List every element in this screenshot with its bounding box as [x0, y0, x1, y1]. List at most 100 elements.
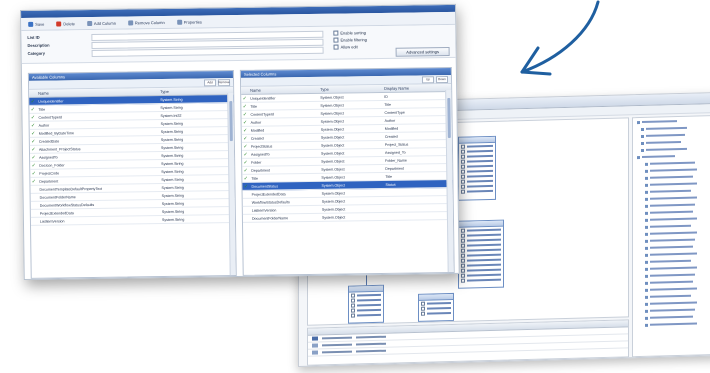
allow-edit-checkbox[interactable]: Allow edit [333, 44, 358, 50]
column-name: Modified_ByDateTime [38, 130, 74, 136]
column-name: AssignedTo [251, 152, 270, 157]
column-type: System.String [161, 153, 184, 158]
table-row[interactable]: ListItemVersion System.String [30, 215, 235, 226]
column-name: WorkflowStatusDefaults [251, 199, 290, 205]
checkmark-icon[interactable]: ✓ [242, 135, 249, 141]
column-type: System.Object [321, 166, 345, 172]
column-type: System.Object [321, 150, 345, 156]
move-up-button[interactable]: Up [421, 75, 435, 83]
checkmark-icon[interactable]: ✓ [30, 178, 37, 184]
scrollbar[interactable] [227, 93, 236, 276]
column-type: System.Object [321, 206, 346, 212]
column-name: ContentTypeId [38, 114, 62, 120]
column-header[interactable]: Display Name [382, 85, 448, 91]
category-label: Category [27, 50, 45, 56]
description-label: Description [27, 42, 50, 48]
column-name: Title [250, 104, 258, 109]
enable-sorting-checkbox[interactable]: Enable sorting [333, 30, 366, 36]
entity-table[interactable] [458, 135, 496, 201]
add-column-button[interactable]: Add Column [84, 19, 119, 27]
column-header[interactable]: Type [318, 86, 382, 92]
available-columns-pane: Available Columns Add Remove Name Type ✓… [27, 70, 237, 279]
selected-columns-list: ✓ UniqueIdentifier System.Object ID ✓ Title Sy… [241, 91, 453, 223]
add-icon [86, 20, 92, 26]
move-down-button[interactable]: Down [435, 75, 449, 83]
column-header[interactable]: Name [248, 87, 318, 93]
checkmark-icon[interactable]: ✓ [242, 183, 249, 189]
column-name: ContentTypeId [250, 111, 274, 117]
delete-button[interactable]: Delete [53, 19, 78, 27]
properties-grid[interactable] [307, 319, 629, 366]
entity-table[interactable] [418, 292, 454, 322]
remove-button[interactable]: Remove [217, 78, 231, 86]
display-name: Created [384, 134, 398, 139]
column-name: Title [38, 107, 46, 112]
column-header[interactable]: Name [36, 89, 158, 96]
column-type: System.Object [320, 110, 344, 116]
enable-filtering-checkbox[interactable]: Enable filtering [333, 37, 367, 43]
name-label: List ID [27, 34, 40, 40]
column-type: System.Object [320, 126, 345, 132]
entity-table[interactable] [348, 284, 384, 324]
display-name: Project_Status [384, 142, 409, 147]
column-type: System.Object [320, 134, 345, 140]
column-type: System.Object [321, 190, 345, 196]
column-type: System.Object [321, 174, 345, 180]
display-name [384, 216, 450, 217]
delete-icon [56, 20, 62, 26]
object-tree[interactable] [632, 115, 710, 358]
column-name: ListItemVersion [39, 218, 65, 224]
column-name: Author [38, 123, 50, 128]
column-type: System.String [161, 177, 184, 182]
display-name: Status [385, 182, 396, 187]
column-name: DocIcon_Folder [39, 162, 65, 168]
column-name: UniqueIdentifier [38, 98, 64, 104]
column-type: System.Object [321, 198, 346, 204]
column-name: CreatedDate [38, 138, 60, 144]
checkmark-icon[interactable]: ✓ [30, 170, 37, 176]
display-name [384, 208, 450, 209]
column-name: DocumentFolderName [251, 215, 289, 221]
column-type: System.Object [321, 158, 345, 164]
column-type: System.String [160, 137, 184, 142]
column-header[interactable]: Type [158, 88, 230, 94]
column-name: Department [251, 168, 271, 173]
column-name: ListItemVersion [251, 207, 277, 213]
add-button[interactable]: Add [203, 78, 217, 86]
column-name: Modified [250, 128, 265, 133]
display-name: Assigned_To [384, 150, 406, 155]
column-type: System.String [161, 161, 184, 166]
table-row[interactable]: DocumentFolderName System.Object [242, 211, 453, 223]
checkmark-icon[interactable]: ✓ [30, 122, 37, 128]
display-name: ContentType [384, 110, 405, 115]
column-name: Attachment_ProjectStatus [38, 146, 81, 152]
save-button[interactable]: Save [25, 20, 47, 28]
column-name: ProjectExtendedData [251, 191, 286, 197]
remove-column-button[interactable]: Remove Column [125, 18, 168, 27]
column-type: System.String [161, 201, 185, 206]
display-name: Author [384, 118, 396, 123]
checkmark-icon[interactable]: ✓ [30, 130, 37, 136]
save-icon [28, 21, 34, 27]
column-type: System.String [160, 97, 183, 102]
checkmark-icon[interactable]: ✓ [29, 114, 36, 120]
advanced-settings-button[interactable]: Advanced settings [395, 47, 450, 57]
list-form: List ID Description Category Enable sort… [21, 24, 456, 64]
column-type: System.Object [320, 94, 344, 100]
column-type: System.String [160, 105, 183, 110]
column-name: DocumentFolderName [39, 194, 76, 200]
available-columns-list: ✓ UniqueIdentifier System.String ✓ Title Syst… [29, 95, 235, 226]
display-name: Folder_Name [385, 158, 407, 163]
entity-table[interactable] [458, 219, 504, 289]
checkmark-icon[interactable]: ✓ [242, 127, 249, 133]
selected-columns-pane: Selected Columns Up Down Name Type Displ… [239, 66, 455, 276]
scrollbar[interactable] [445, 89, 454, 273]
properties-button[interactable]: Properties [174, 17, 205, 25]
column-name: DocumentTemplateDefaultPropertyText [39, 186, 103, 192]
checkmark-icon[interactable]: ✓ [242, 143, 249, 149]
column-type: System.String [160, 145, 184, 150]
column-name: DocumentWorkflowStatusDefaults [39, 202, 95, 208]
column-type: System.String [161, 217, 185, 222]
column-type: System.Int32 [160, 113, 182, 118]
column-type: System.String [161, 185, 184, 190]
